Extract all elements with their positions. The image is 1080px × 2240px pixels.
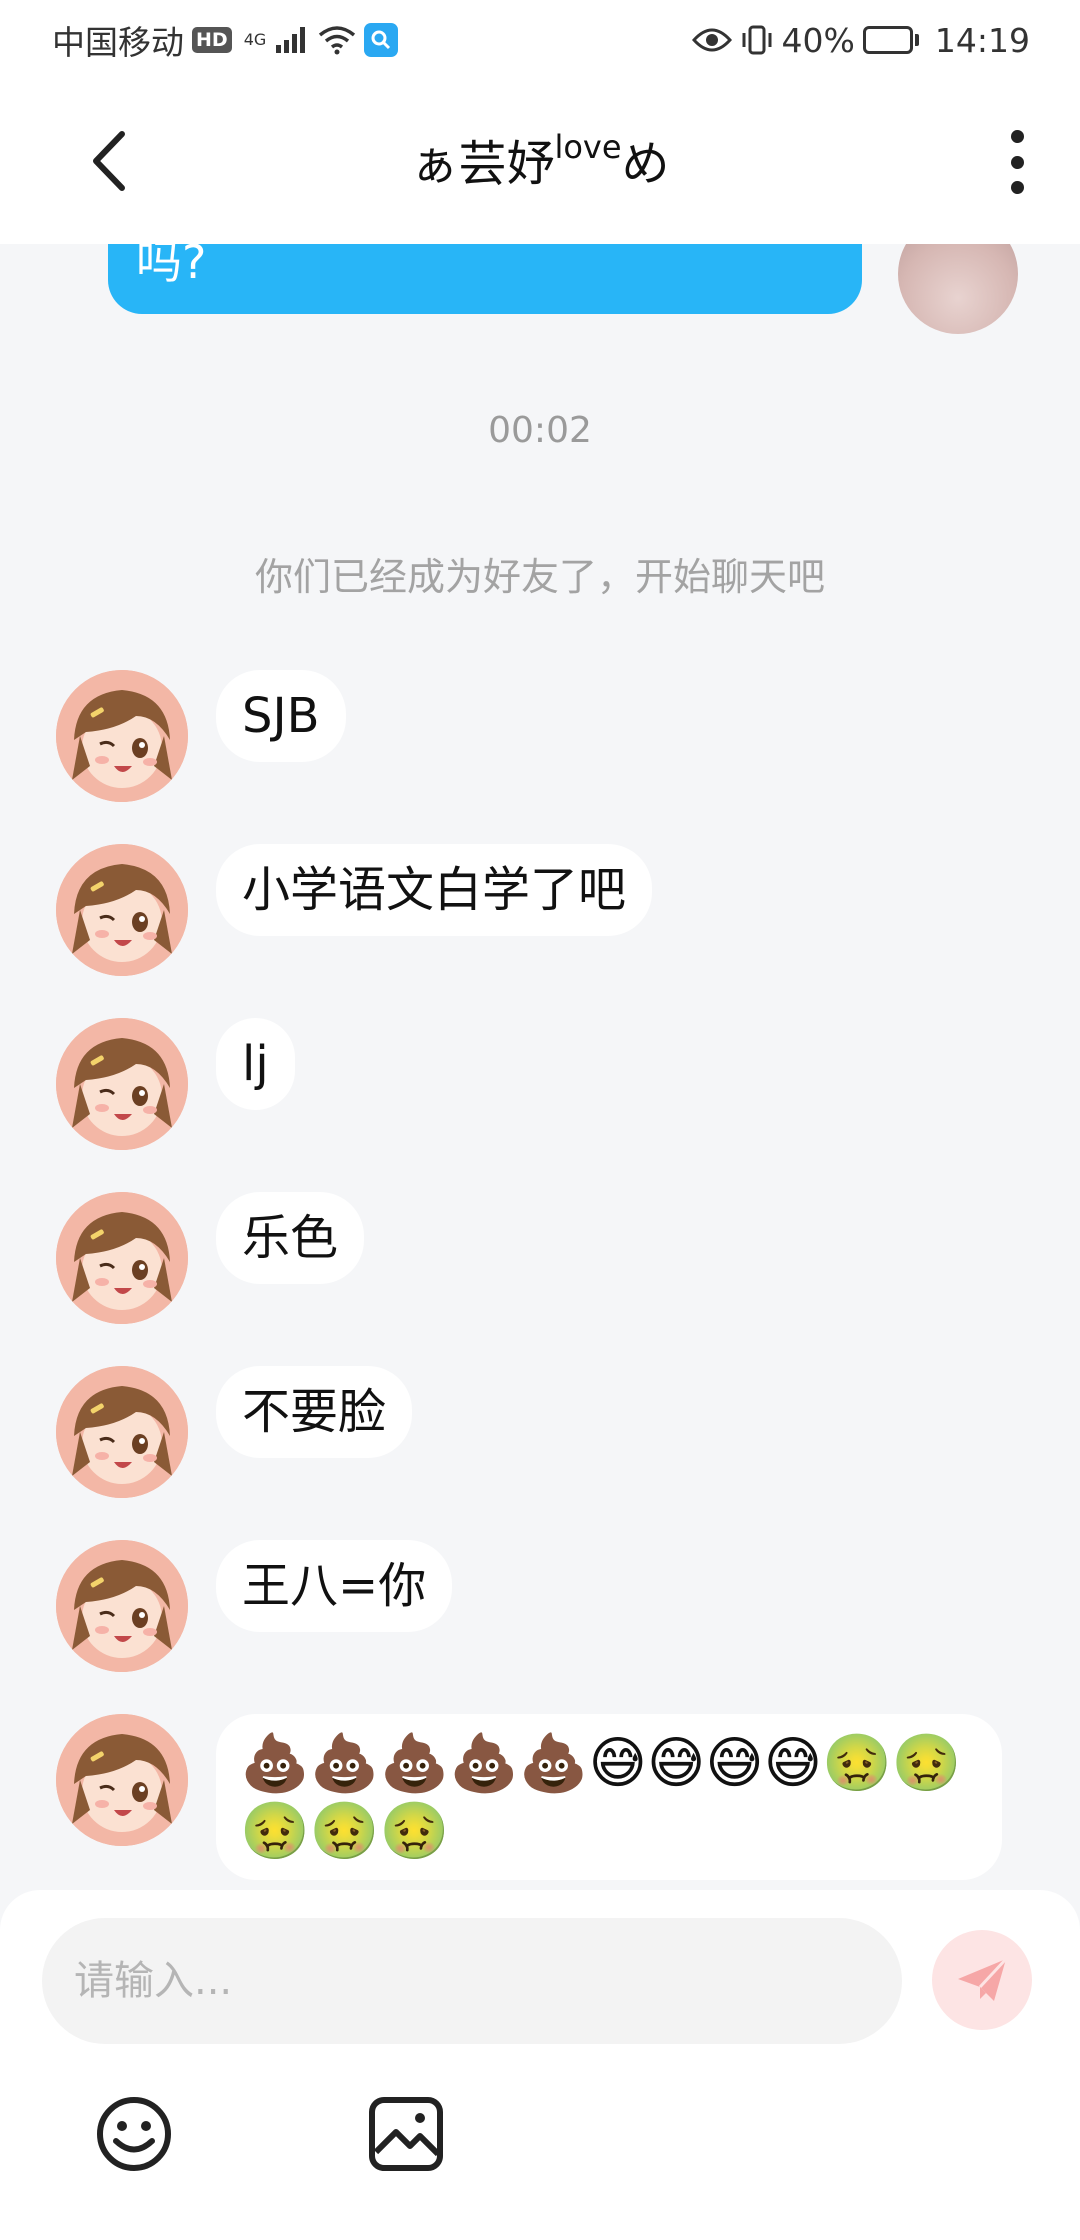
- contact-avatar[interactable]: [56, 670, 188, 802]
- more-options-button[interactable]: [1002, 130, 1032, 194]
- chat-title-prefix: ぁ芸妤: [410, 136, 555, 192]
- contact-avatar[interactable]: [56, 844, 188, 976]
- more-vertical-icon-dot: [1010, 130, 1024, 143]
- vibrate-icon: [742, 25, 772, 55]
- image-icon: [369, 2097, 443, 2171]
- message-row: 小学语文白学了吧: [56, 844, 653, 976]
- my-avatar[interactable]: [898, 244, 1018, 334]
- more-vertical-icon-dot: [1010, 155, 1024, 169]
- message-row: 乐色: [56, 1192, 365, 1324]
- chat-title-sup: love: [554, 128, 622, 166]
- network-type: 4G: [243, 30, 267, 49]
- message-bubble[interactable]: lj: [216, 1018, 295, 1110]
- message-row: 不要脸: [56, 1366, 413, 1498]
- contact-avatar[interactable]: [56, 1366, 188, 1498]
- search-app-icon: [364, 23, 399, 57]
- eye-icon: [691, 28, 732, 52]
- message-input[interactable]: [42, 1918, 902, 2044]
- composer: [0, 1890, 1080, 2240]
- message-timestamp: 00:02: [488, 410, 592, 451]
- status-right: 40% 14:19: [691, 20, 1030, 60]
- message-bubble[interactable]: 不要脸: [216, 1366, 413, 1458]
- contact-avatar[interactable]: [56, 1714, 188, 1846]
- my-message-bubble[interactable]: 吗?: [108, 244, 862, 314]
- chat-title-suffix: め: [621, 136, 670, 192]
- message-bubble[interactable]: 王八=你: [216, 1540, 453, 1632]
- message-row: lj: [56, 1018, 295, 1150]
- contact-avatar[interactable]: [56, 1018, 188, 1150]
- message-bubble[interactable]: 小学语文白学了吧: [216, 844, 653, 936]
- contact-avatar[interactable]: [56, 1192, 188, 1324]
- image-picker-button[interactable]: [366, 2094, 446, 2174]
- carrier-name: 中国移动: [52, 23, 184, 62]
- hd-badge: HD: [192, 27, 232, 53]
- clock: 14:19: [934, 20, 1030, 60]
- battery-percent: 40%: [781, 20, 855, 60]
- battery-icon: [862, 26, 919, 54]
- message-row: 💩💩💩💩💩😅😅😅😅🤢🤢🤢🤢🤢: [56, 1714, 1002, 1880]
- my-message-text: 吗?: [136, 244, 207, 289]
- system-note: 你们已经成为好友了，开始聊天吧: [254, 555, 825, 599]
- message-row: 王八=你: [56, 1540, 453, 1672]
- paper-plane-icon: [958, 1957, 1008, 2001]
- message-row: SJB: [56, 670, 346, 802]
- message-bubble[interactable]: 💩💩💩💩💩😅😅😅😅🤢🤢🤢🤢🤢: [216, 1714, 1002, 1880]
- chat-header: ぁ芸妤loveめ: [0, 80, 1080, 244]
- message-bubble[interactable]: 乐色: [216, 1192, 365, 1284]
- chat-title: ぁ芸妤loveめ: [0, 124, 1080, 194]
- emoji-button[interactable]: [94, 2094, 174, 2174]
- smiley-icon: [97, 2097, 171, 2171]
- message-list[interactable]: 吗? 00:02 你们已经成为好友了，开始聊天吧 SJB 小学语文白学了吧 lj…: [0, 244, 1080, 1890]
- contact-avatar[interactable]: [56, 1540, 188, 1672]
- send-button[interactable]: [932, 1930, 1032, 2030]
- message-bubble[interactable]: SJB: [216, 670, 346, 762]
- status-bar: 中国移动 HD 4G 40% 14:19: [0, 0, 1080, 80]
- wifi-icon: [319, 26, 356, 55]
- more-vertical-icon-dot: [1010, 181, 1024, 194]
- signal-icon: [276, 27, 306, 53]
- status-left: 中国移动 HD 4G: [52, 16, 399, 64]
